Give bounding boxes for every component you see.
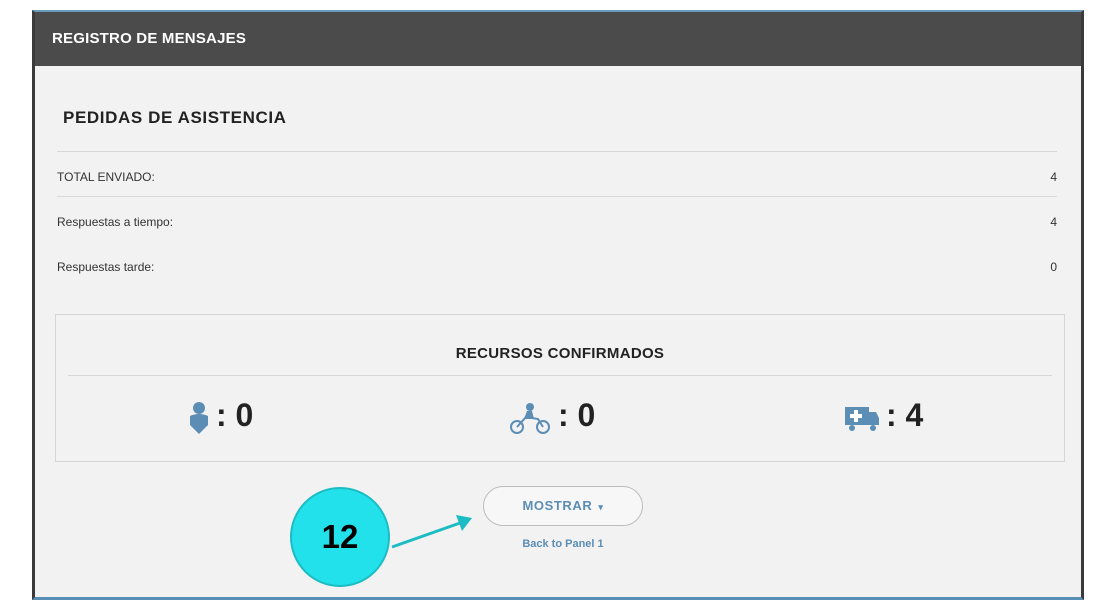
stat-value: 4: [1050, 170, 1057, 184]
divider: [68, 375, 1052, 376]
assistance-section-title: PEDIDAS DE ASISTENCIA: [63, 108, 287, 127]
stat-value: 0: [1050, 260, 1057, 274]
show-button[interactable]: MOSTRAR ▾: [483, 486, 643, 526]
resource-ambulance: : 4: [844, 397, 923, 441]
confirmed-resources-box: RECURSOS CONFIRMADOS : 0 : 0: 4: [55, 314, 1065, 462]
stat-row-total-sent: TOTAL ENVIADO: 4: [57, 156, 1057, 196]
show-button-label: MOSTRAR: [522, 498, 593, 513]
ambulance-icon: [845, 406, 879, 431]
resource-motorcycle: : 0: [508, 397, 595, 441]
resource-value: : 0: [558, 397, 596, 433]
resources-title: RECURSOS CONFIRMADOS: [455, 345, 665, 362]
panel-header: REGISTRO DE MENSAJES: [35, 12, 1081, 66]
panel-title: REGISTRO DE MENSAJES: [52, 30, 247, 47]
resource-person: : 0: [188, 397, 253, 441]
stat-row-late: Respuestas tarde: 0: [57, 246, 1057, 286]
divider: [57, 196, 1057, 197]
stat-label: Respuestas tarde:: [57, 260, 155, 274]
person-icon: [190, 401, 208, 434]
motorcycle-icon: [510, 402, 550, 434]
callout-arrow-icon: [391, 515, 472, 549]
chevron-down-icon: ▾: [598, 502, 604, 512]
message-log-panel: REGISTRO DE MENSAJES PEDIDAS DE ASISTENC…: [32, 10, 1084, 600]
resource-value: : 0: [216, 397, 254, 433]
callout-badge: 12: [290, 487, 390, 587]
stat-row-on-time: Respuestas a tiempo: 4: [57, 201, 1057, 241]
stat-label: Respuestas a tiempo:: [57, 215, 174, 229]
back-to-panel-link[interactable]: Back to Panel 1: [483, 538, 643, 550]
stat-label: TOTAL ENVIADO:: [57, 170, 155, 184]
divider: [57, 151, 1057, 152]
stat-value: 4: [1050, 215, 1057, 229]
resource-value: : 4: [886, 397, 924, 433]
